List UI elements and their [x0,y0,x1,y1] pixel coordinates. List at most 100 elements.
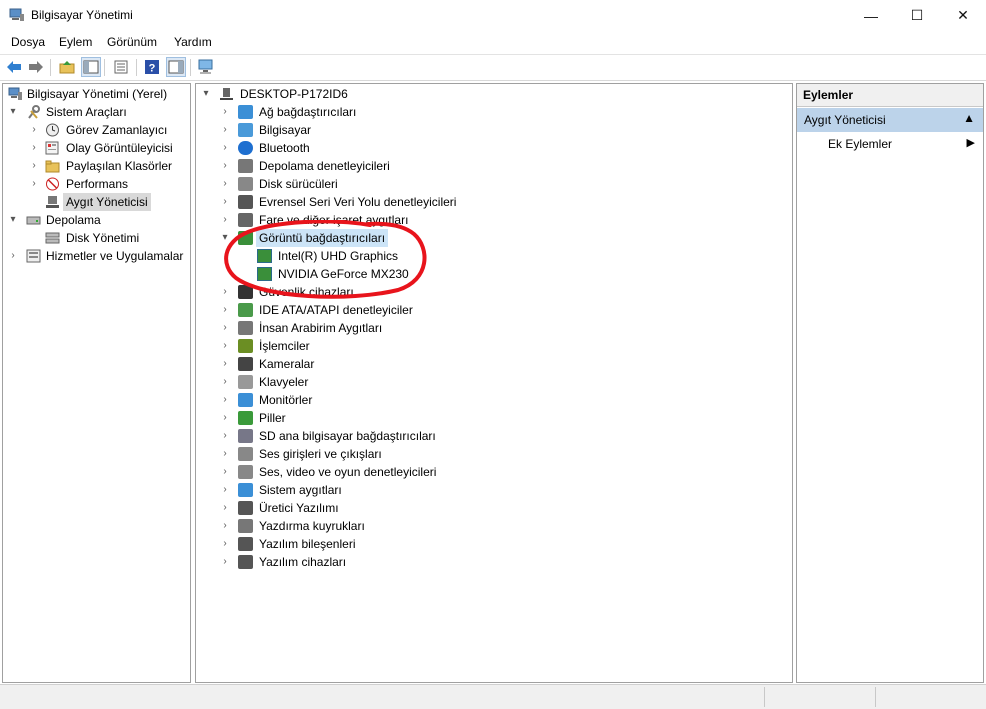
ide-controller-icon [238,303,253,317]
maximize-button[interactable]: ☐ [894,0,940,31]
tree-item-task-scheduler[interactable]: › Görev Zamanlayıcı [3,121,190,139]
chevron-right-icon[interactable]: › [220,445,230,463]
device-manager-icon [46,196,59,208]
chevron-right-icon[interactable]: › [220,139,230,157]
tree-item-shared-folders[interactable]: › Paylaşılan Klasörler [3,157,190,175]
tree-item-device-manager[interactable]: Aygıt Yöneticisi [3,193,190,211]
shared-folder-icon [45,160,60,173]
status-bar [0,684,986,709]
status-segment [875,687,876,707]
menu-dosya[interactable]: Dosya [11,35,45,49]
monitor-icon [238,393,253,407]
camera-icon [238,357,253,371]
forward-arrow-icon[interactable] [27,58,45,76]
tree-item-performance[interactable]: › Performans [3,175,190,193]
chevron-right-icon[interactable]: › [29,121,39,139]
print-queue-icon [238,519,253,533]
red-highlight-annotation [224,220,427,299]
submenu-arrow-icon: ▶ [966,137,975,149]
chevron-right-icon[interactable]: › [29,157,39,175]
properties-icon[interactable] [112,58,130,76]
chevron-right-icon[interactable]: › [220,355,230,373]
monitor-scan-icon[interactable] [197,58,215,76]
sound-video-icon [238,465,253,479]
chevron-right-icon[interactable]: › [220,517,230,535]
chevron-right-icon[interactable]: › [220,103,230,121]
firmware-icon [238,501,253,515]
chevron-right-icon[interactable]: › [29,139,39,157]
action-ek-eylemler[interactable]: Ek Eylemler ▶ [797,134,983,154]
chevron-right-icon[interactable]: › [220,319,230,337]
computer-management-icon [8,87,22,100]
menu-yardim[interactable]: Yardım [174,35,212,49]
chevron-right-icon[interactable]: › [220,409,230,427]
performance-icon [46,177,59,191]
svg-text:?: ? [149,63,156,75]
actions-pane: Eylemler Aygıt Yöneticisi ▲ Ek Eylemler … [796,83,984,683]
tree-item-event-viewer[interactable]: › Olay Görüntüleyicisi [3,139,190,157]
title-bar: Bilgisayar Yönetimi — ☐ ✕ [0,0,986,31]
up-folder-icon[interactable] [58,58,76,76]
tree-item-root[interactable]: Bilgisayar Yönetimi (Yerel) [3,85,190,103]
close-button[interactable]: ✕ [940,0,986,31]
chevron-down-icon[interactable]: ▾ [8,211,18,229]
window-title: Bilgisayar Yönetimi [31,8,133,22]
processor-icon [238,339,253,353]
usb-icon [238,195,253,209]
back-arrow-icon[interactable] [5,58,23,76]
computer-management-icon [9,8,24,21]
chevron-right-icon[interactable]: › [220,121,230,139]
status-segment [764,687,765,707]
chevron-down-icon[interactable]: ▾ [201,85,211,103]
show-hide-tree-icon[interactable] [81,57,101,77]
keyboard-icon [238,375,253,389]
services-icon [26,249,41,263]
tree-item-storage[interactable]: ▾ Depolama [3,211,190,229]
tools-icon [28,105,40,119]
chevron-right-icon[interactable]: › [29,175,39,193]
computer-icon [238,123,253,137]
actions-header: Eylemler [797,84,983,107]
clock-icon [46,123,59,137]
chevron-right-icon[interactable]: › [220,175,230,193]
storage-icon [26,216,41,225]
chevron-right-icon[interactable]: › [220,553,230,571]
chevron-right-icon[interactable]: › [220,337,230,355]
chevron-right-icon[interactable]: › [220,157,230,175]
tree-item-system-tools[interactable]: ▾ Sistem Araçları [3,103,190,121]
chevron-right-icon[interactable]: › [220,463,230,481]
sd-host-icon [238,429,253,443]
chevron-right-icon[interactable]: › [8,247,18,265]
disk-drive-icon [238,177,253,191]
device-tree-pane: ▾ DESKTOP-P172ID6 › Ağ bağdaştırıcıları › B… [195,83,793,683]
menu-eylem[interactable]: Eylem [59,35,92,49]
disk-management-icon [45,232,60,244]
action-pane-icon[interactable] [166,57,186,77]
hid-icon [238,321,253,335]
system-devices-icon [238,483,253,497]
tree-item-disk-management[interactable]: Disk Yönetimi [3,229,190,247]
software-component-icon [238,537,253,551]
collapse-up-icon[interactable]: ▲ [963,111,975,125]
menu-gorunum[interactable]: Görünüm [107,35,157,49]
chevron-right-icon[interactable]: › [220,481,230,499]
chevron-right-icon[interactable]: › [220,391,230,409]
toolbar: ? [0,54,986,81]
computer-icon [220,88,233,100]
tree-item-services-apps[interactable]: › Hizmetler ve Uygulamalar [3,247,190,265]
help-icon[interactable]: ? [143,58,161,76]
minimize-button[interactable]: — [848,0,894,31]
menu-bar: Dosya Eylem Görünüm Yardım [0,31,986,53]
chevron-right-icon[interactable]: › [220,499,230,517]
battery-icon [238,411,253,425]
chevron-down-icon[interactable]: ▾ [8,103,18,121]
actions-section-device-manager[interactable]: Aygıt Yöneticisi ▲ [797,108,983,132]
chevron-right-icon[interactable]: › [220,535,230,553]
software-device-icon [238,555,253,569]
network-adapter-icon [238,105,253,119]
chevron-right-icon[interactable]: › [220,193,230,211]
storage-controller-icon [238,159,253,173]
audio-io-icon [238,447,253,461]
chevron-right-icon[interactable]: › [220,427,230,445]
chevron-right-icon[interactable]: › [220,373,230,391]
